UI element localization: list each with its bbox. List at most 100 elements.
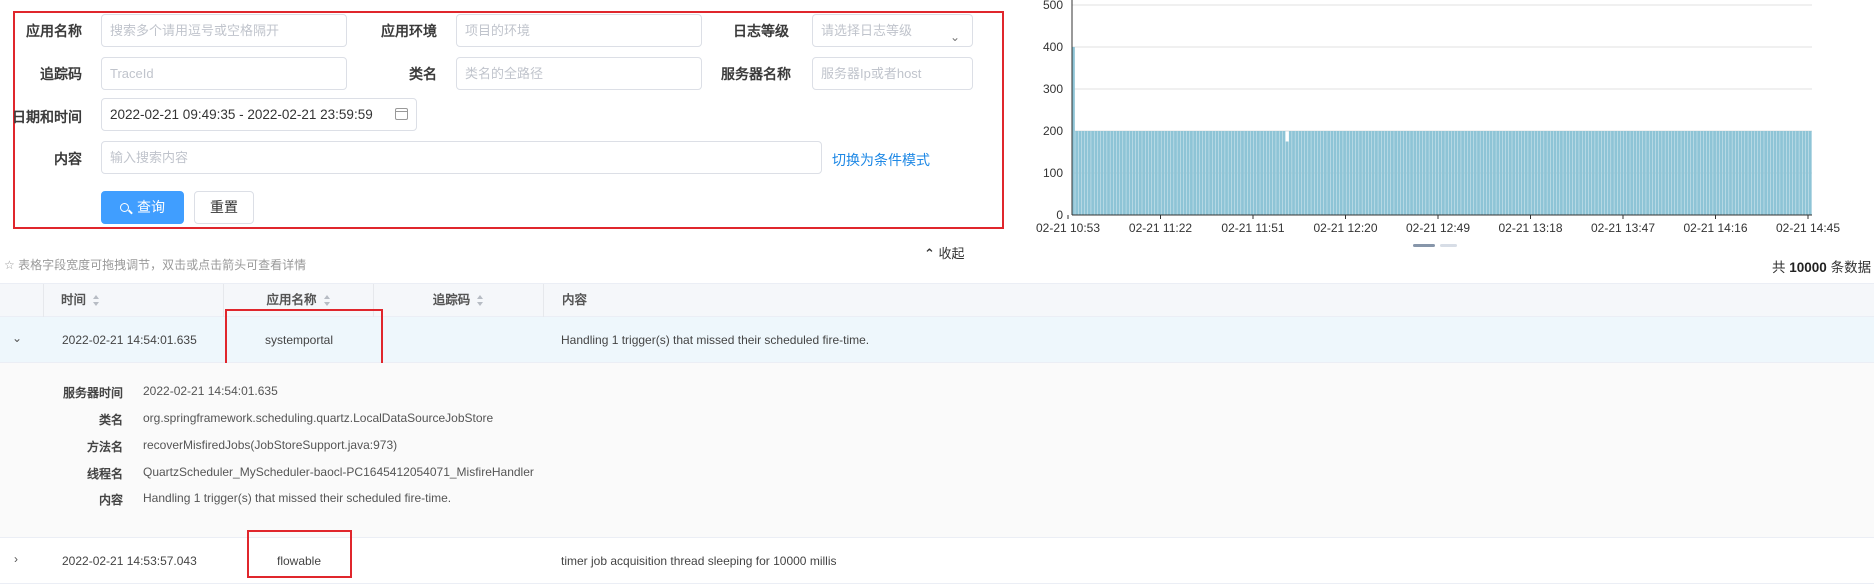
chevron-down-icon: ⌄	[949, 30, 960, 44]
header-expand-col	[0, 284, 44, 317]
histogram-bar	[1649, 131, 1653, 215]
app-env-input[interactable]: 项目的环境	[456, 14, 702, 47]
header-time-label: 时间	[61, 293, 87, 307]
histogram-bar	[1655, 131, 1659, 215]
histogram-bar	[1757, 131, 1761, 215]
histogram-bar	[1550, 131, 1554, 215]
chevron-down-icon[interactable]: ⌄	[12, 331, 22, 345]
log-histogram-chart: 0 100 200 300 400 500 02-21 10:53 02-21 11:22 0…	[1036, 0, 1840, 247]
histogram-bar	[1464, 131, 1468, 215]
histogram-bar	[1611, 131, 1614, 215]
class-name-input[interactable]: 类名的全路径	[456, 57, 702, 90]
histogram-bar	[1540, 131, 1544, 215]
y-tick-label: 100	[1043, 166, 1063, 180]
histogram-bar	[1544, 131, 1547, 215]
histogram-bar	[1524, 131, 1528, 215]
histogram-bar	[1154, 131, 1158, 215]
server-name-input[interactable]: 服务器Ip或者host	[812, 57, 973, 90]
histogram-bar	[1528, 131, 1531, 215]
histogram-bar	[1652, 131, 1656, 215]
query-button[interactable]: 查询	[101, 191, 184, 224]
histogram-bar	[1639, 131, 1643, 215]
histogram-bar	[1722, 131, 1726, 215]
histogram-bar	[1582, 131, 1586, 215]
histogram-bar	[1805, 131, 1809, 215]
x-tick-label: 02-21 11:51	[1221, 221, 1284, 235]
histogram-bar	[1416, 131, 1420, 215]
histogram-bar	[1636, 131, 1640, 215]
trace-id-input[interactable]: TraceId	[101, 57, 347, 90]
histogram-bar	[1199, 131, 1203, 215]
detail-method-value: recoverMisfiredJobs(JobStoreSupport.java…	[143, 438, 398, 452]
histogram-bar	[1186, 131, 1190, 215]
histogram-bar	[1633, 131, 1637, 215]
histogram-bar	[1760, 131, 1764, 215]
chart-pager-dot[interactable]	[1440, 244, 1457, 247]
y-tick-label: 200	[1043, 124, 1063, 138]
chevron-up-icon: ⌃	[924, 246, 935, 261]
histogram-bar	[1585, 131, 1589, 215]
histogram-bar	[1713, 131, 1716, 215]
histogram-bar	[1687, 131, 1691, 215]
histogram-bar	[1741, 131, 1745, 215]
content-search-input[interactable]: 输入搜索内容	[101, 141, 822, 174]
detail-class-value: org.springframework.scheduling.quartz.Lo…	[143, 411, 494, 425]
histogram-bar	[1288, 131, 1292, 215]
class-name-label: 类名	[409, 66, 437, 82]
datetime-range-input[interactable]: 2022-02-21 09:49:35 - 2022-02-21 23:59:5…	[101, 98, 417, 131]
row-detail-panel: 服务器时间 2022-02-21 14:54:01.635 类名 org.spr…	[0, 363, 1874, 538]
histogram-bar	[1563, 131, 1567, 215]
histogram-bar	[1662, 131, 1665, 215]
collapse-toggle[interactable]: ⌃ 收起	[924, 243, 965, 262]
histogram-bar	[1799, 131, 1803, 215]
sort-icon[interactable]	[92, 295, 100, 307]
histogram-bar	[1776, 131, 1780, 215]
histogram-bar	[1429, 131, 1433, 215]
histogram-bar	[1135, 131, 1139, 215]
content-label: 内容	[54, 151, 82, 167]
reset-button[interactable]: 重置	[194, 191, 254, 224]
histogram-bar	[1480, 131, 1484, 215]
histogram-bar	[1375, 131, 1378, 215]
histogram-bar	[1802, 131, 1806, 215]
row-content: timer job acquisition thread sleeping fo…	[561, 553, 837, 568]
histogram-bar	[1604, 131, 1608, 215]
histogram-bar	[1499, 131, 1503, 215]
histogram-bar	[1767, 131, 1771, 215]
chart-pager-dot-active[interactable]	[1413, 244, 1435, 247]
histogram-bar	[1119, 131, 1123, 215]
histogram-bar	[1732, 131, 1736, 215]
switch-condition-mode-link[interactable]: 切换为条件模式	[832, 150, 930, 170]
sort-icon[interactable]	[476, 295, 484, 307]
histogram-bar	[1674, 131, 1678, 215]
histogram-bar	[1352, 131, 1356, 215]
app-name-highlight	[225, 309, 383, 366]
histogram-bar	[1320, 131, 1324, 215]
histogram-bar	[1333, 131, 1337, 215]
histogram-bar	[1282, 131, 1286, 215]
header-trace[interactable]: 追踪码	[374, 284, 544, 317]
histogram-bar	[1244, 131, 1248, 215]
app-name-label: 应用名称	[26, 23, 82, 39]
chevron-right-icon[interactable]: ›	[14, 552, 18, 566]
histogram-bar	[1397, 131, 1401, 215]
histogram-bar	[1355, 131, 1359, 215]
app-name-input[interactable]: 搜索多个请用逗号或空格隔开	[101, 14, 347, 47]
calendar-icon	[395, 108, 408, 120]
histogram-bar	[1339, 131, 1343, 215]
histogram-bar	[1266, 131, 1270, 215]
histogram-bar	[1346, 131, 1350, 215]
histogram-bar	[1126, 131, 1130, 215]
histogram-bar	[1700, 131, 1704, 215]
log-level-select[interactable]: 请选择日志等级 ⌄	[812, 14, 973, 47]
histogram-bar	[1808, 131, 1812, 215]
histogram-bar	[1378, 131, 1382, 215]
histogram-bar	[1658, 131, 1662, 215]
detail-content-label: 内容	[98, 493, 123, 507]
histogram-bar	[1390, 131, 1394, 215]
sort-icon[interactable]	[323, 295, 331, 307]
header-app-label: 应用名称	[266, 293, 317, 307]
total-count: 共 10000 条数据	[1772, 256, 1871, 276]
header-time[interactable]: 时间	[44, 284, 224, 317]
histogram-bar	[1473, 131, 1477, 215]
